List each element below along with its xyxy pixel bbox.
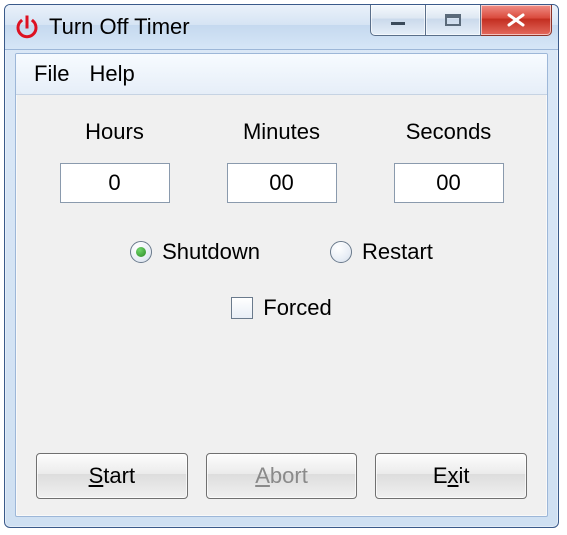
menu-file[interactable]: File xyxy=(24,57,79,91)
exit-mnemonic: x xyxy=(448,463,459,488)
restart-radio[interactable]: Restart xyxy=(330,239,433,265)
abort-label-rest: bort xyxy=(270,463,308,488)
action-radio-group: Shutdown Restart xyxy=(36,239,527,265)
minutes-input[interactable] xyxy=(227,163,337,203)
restart-radio-label: Restart xyxy=(362,239,433,265)
forced-checkbox-label: Forced xyxy=(263,295,331,321)
menu-help[interactable]: Help xyxy=(79,57,144,91)
close-button[interactable] xyxy=(481,5,552,36)
hours-label: Hours xyxy=(36,119,193,145)
minutes-label: Minutes xyxy=(203,119,360,145)
maximize-icon xyxy=(444,13,462,27)
seconds-column: Seconds xyxy=(370,119,527,203)
exit-button[interactable]: Exit xyxy=(375,453,527,499)
radio-checked-icon xyxy=(130,241,152,263)
app-window: Turn Off Timer File H xyxy=(4,4,559,528)
titlebar: Turn Off Timer xyxy=(5,5,558,50)
seconds-label: Seconds xyxy=(370,119,527,145)
forced-checkbox[interactable]: Forced xyxy=(231,295,331,321)
forced-row: Forced xyxy=(36,295,527,321)
start-button[interactable]: Start xyxy=(36,453,188,499)
menubar: File Help xyxy=(16,54,547,95)
time-row: Hours Minutes Seconds xyxy=(36,119,527,203)
checkbox-unchecked-icon xyxy=(231,297,253,319)
power-icon xyxy=(13,13,41,41)
form-body: Hours Minutes Seconds Shutdown xyxy=(16,95,547,517)
shutdown-radio[interactable]: Shutdown xyxy=(130,239,260,265)
radio-unchecked-icon xyxy=(330,241,352,263)
window-title: Turn Off Timer xyxy=(49,14,190,40)
abort-mnemonic: A xyxy=(255,463,270,488)
maximize-button[interactable] xyxy=(426,5,481,36)
exit-label-pre: E xyxy=(433,463,448,488)
client-area: File Help Hours Minutes Seconds xyxy=(15,53,548,517)
start-mnemonic: S xyxy=(89,463,104,488)
hours-input[interactable] xyxy=(60,163,170,203)
minimize-button[interactable] xyxy=(370,5,426,36)
close-icon xyxy=(505,12,527,28)
minimize-icon xyxy=(389,13,407,27)
minutes-column: Minutes xyxy=(203,119,360,203)
window-controls xyxy=(370,5,552,36)
abort-button[interactable]: Abort xyxy=(206,453,358,499)
button-row: Start Abort Exit xyxy=(36,453,527,499)
start-label-rest: tart xyxy=(103,463,135,488)
shutdown-radio-label: Shutdown xyxy=(162,239,260,265)
exit-label-post: it xyxy=(459,463,470,488)
seconds-input[interactable] xyxy=(394,163,504,203)
hours-column: Hours xyxy=(36,119,193,203)
